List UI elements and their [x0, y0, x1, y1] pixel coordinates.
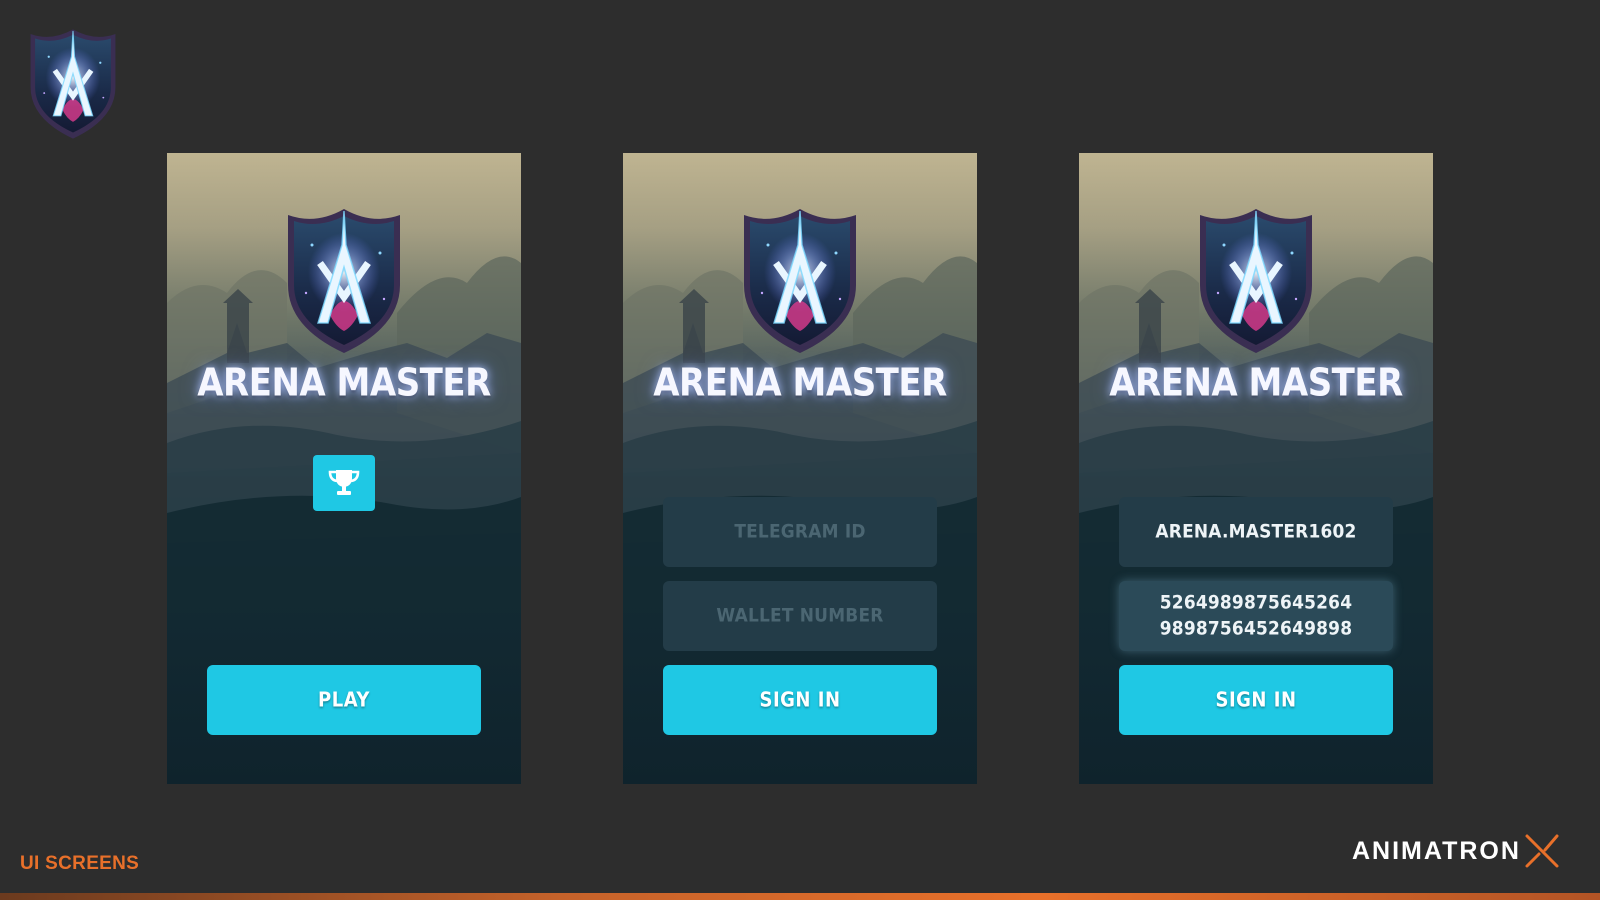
trophy-button[interactable] [313, 455, 375, 511]
telegram-id-placeholder: TELEGRAM ID [734, 521, 866, 543]
sign-in-button[interactable]: SIGN IN [663, 665, 937, 735]
sign-in-button[interactable]: SIGN IN [1119, 665, 1393, 735]
wallet-number-input[interactable]: WALLET NUMBER [663, 581, 937, 651]
game-title: ARENA MASTER [197, 360, 491, 406]
wallet-number-input[interactable]: 5264989875645264 9898756452649898 [1119, 581, 1393, 651]
game-logo [738, 205, 862, 357]
x-mark-icon [1525, 834, 1559, 868]
screen-play: ARENA MASTER PLAY [167, 153, 521, 784]
game-logo [1194, 205, 1318, 357]
ui-screens-caption: UI SCREENS [20, 853, 140, 874]
telegram-id-value: ARENA.MASTER1602 [1155, 521, 1357, 543]
sign-in-button-label: SIGN IN [759, 688, 841, 712]
brand-name: ANIMATRON [1352, 836, 1521, 865]
wallet-number-placeholder: WALLET NUMBER [716, 605, 884, 627]
telegram-id-input[interactable]: ARENA.MASTER1602 [1119, 497, 1393, 567]
game-title: ARENA MASTER [653, 360, 947, 406]
trophy-icon [328, 470, 360, 495]
play-button[interactable]: PLAY [207, 665, 481, 735]
game-title: ARENA MASTER [1109, 360, 1403, 406]
play-button-label: PLAY [318, 688, 370, 712]
screen-sign-in-empty: ARENA MASTER TELEGRAM ID WALLET NUMBER S… [623, 153, 977, 784]
bottom-accent-bar [0, 893, 1600, 900]
game-logo [282, 205, 406, 357]
wallet-number-value-line2: 9898756452649898 [1159, 618, 1353, 640]
sign-in-button-label: SIGN IN [1215, 688, 1297, 712]
screen-sign-in-filled: ARENA MASTER ARENA.MASTER1602 5264989875… [1079, 153, 1433, 784]
wallet-number-value-line1: 5264989875645264 [1159, 592, 1353, 614]
brand-logo: ANIMATRON [1352, 832, 1561, 870]
corner-logo [26, 24, 120, 144]
telegram-id-input[interactable]: TELEGRAM ID [663, 497, 937, 567]
